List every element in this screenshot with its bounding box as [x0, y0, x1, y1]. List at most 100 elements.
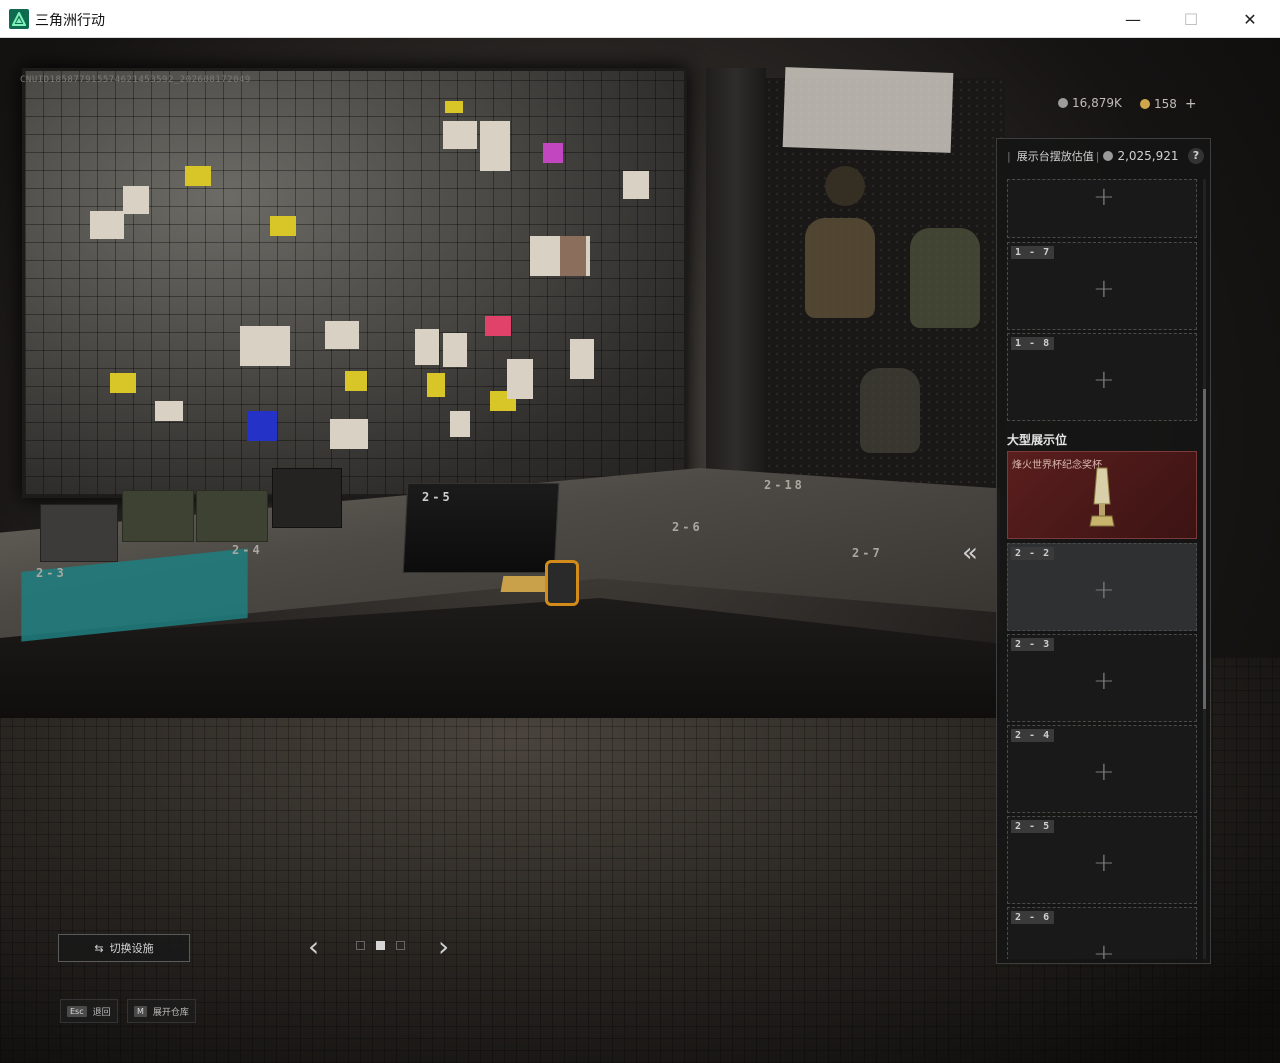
photo-pin: [330, 419, 368, 449]
photo-pin: [240, 326, 290, 366]
display-slot-2-3[interactable]: 2 - 3 +: [1007, 634, 1197, 722]
switch-facility-label: 切换设施: [109, 942, 154, 955]
slot-label: 2 - 5: [1011, 820, 1055, 833]
esc-key-icon: Esc: [67, 1005, 87, 1017]
ammo-crate[interactable]: [122, 490, 194, 542]
minimize-icon: —: [1125, 9, 1141, 29]
armor-vest[interactable]: [860, 368, 920, 453]
gold-coin-icon: [1140, 99, 1150, 109]
photo-pin: [325, 321, 359, 349]
slot-label: 2 - 4: [1011, 729, 1055, 742]
player-uid: CNUID185877915574621453592_202608172049: [20, 75, 251, 85]
prev-page-button[interactable]: ‹: [308, 933, 319, 961]
map-board[interactable]: [22, 68, 687, 498]
double-chevron-left-icon: «: [962, 538, 978, 568]
chevron-right-icon: ›: [438, 930, 450, 963]
drawer-cabinet[interactable]: [40, 504, 118, 562]
counter-slot-mark: 2-4: [232, 543, 263, 557]
armor-vest[interactable]: [910, 228, 980, 328]
sticky-note: [270, 216, 296, 236]
m-key-icon: M: [134, 1005, 147, 1017]
helmet[interactable]: [825, 166, 865, 206]
counter-slot-mark: 2-18: [764, 478, 805, 492]
page-dot[interactable]: [396, 941, 405, 950]
photo-pin: [415, 329, 439, 365]
ammo-crate[interactable]: [196, 490, 268, 542]
currency-secondary: 158 +: [1140, 96, 1197, 112]
display-slot-2-5[interactable]: 2 - 5 +: [1007, 816, 1197, 904]
panel-scrollbar[interactable]: [1203, 179, 1206, 959]
photo-pin: [443, 333, 467, 367]
photo-pin: [123, 186, 149, 214]
display-slot[interactable]: +: [1007, 179, 1197, 238]
add-icon: +: [1093, 274, 1115, 304]
add-icon: +: [1093, 365, 1115, 395]
page-dot[interactable]: [356, 941, 365, 950]
tool-case[interactable]: [272, 468, 342, 528]
wall-pillar: [706, 68, 766, 508]
esc-hint-label: 退回: [92, 1007, 111, 1018]
display-slot-1-7[interactable]: 1 - 7 +: [1007, 242, 1197, 330]
esc-hint[interactable]: Esc 退回: [60, 999, 118, 1023]
scrollbar-thumb[interactable]: [1203, 389, 1206, 709]
game-scene: 2-3 2-4 2-5 2-6 2-7 2-18 CNUID1858779155…: [0, 38, 1280, 1063]
add-currency-button[interactable]: +: [1185, 96, 1197, 112]
slot-label: 2 - 2: [1011, 547, 1055, 560]
photo-pin: [443, 121, 477, 149]
photo-pin: [507, 359, 533, 399]
window-titlebar: 三角洲行动 — ☐ ✕: [0, 0, 1280, 38]
add-icon: +: [1093, 757, 1115, 787]
photo-pin: [480, 121, 510, 171]
display-value-label: 展示台摆放估值: [1016, 150, 1094, 163]
photo-pin: [450, 411, 470, 437]
close-button[interactable]: ✕: [1220, 0, 1280, 38]
warehouse-hint-label: 展开仓库: [152, 1007, 189, 1018]
swap-icon: ⇆: [94, 941, 104, 955]
photo-pin: [90, 211, 124, 239]
sticky-note: [110, 373, 136, 393]
next-page-button[interactable]: ›: [438, 933, 449, 961]
add-icon: +: [1093, 666, 1115, 696]
photo-pin: [570, 339, 594, 379]
add-icon: +: [1093, 848, 1115, 878]
figure-item[interactable]: [545, 560, 579, 606]
display-slot-2-6[interactable]: 2 - 6 +: [1007, 907, 1197, 959]
display-slot-trophy[interactable]: 烽火世界杯纪念奖杯: [1007, 451, 1197, 539]
large-display-section-title: 大型展示位: [1007, 433, 1068, 447]
display-slot-panel: | 展示台摆放估值 | 2,025,921 ? + 1 - 7 + 1 - 8 …: [996, 138, 1211, 964]
minimize-button[interactable]: —: [1103, 0, 1163, 38]
header-separator: |: [1095, 149, 1100, 163]
photo-pin: [560, 236, 586, 276]
add-icon: +: [1093, 939, 1115, 959]
display-slot-1-8[interactable]: 1 - 8 +: [1007, 333, 1197, 421]
slot-label: 2 - 6: [1011, 911, 1055, 924]
counter-slot-mark: 2-5: [422, 490, 453, 504]
silver-coin-icon: [1058, 98, 1068, 108]
sticky-note: [445, 101, 463, 113]
page-dot-active[interactable]: [376, 941, 385, 950]
display-slot-2-4[interactable]: 2 - 4 +: [1007, 725, 1197, 813]
trophy-icon: [1089, 467, 1115, 527]
collapse-panel-button[interactable]: «: [962, 538, 978, 568]
photo-pin: [155, 401, 183, 421]
help-button[interactable]: ?: [1188, 148, 1204, 164]
currency-primary-value: 16,879K: [1072, 96, 1122, 110]
photo-pin: [623, 171, 649, 199]
sticky-note: [247, 411, 277, 441]
header-separator: |: [1007, 149, 1011, 163]
maximize-button[interactable]: ☐: [1161, 0, 1221, 38]
display-slot-2-2[interactable]: 2 - 2 +: [1007, 543, 1197, 631]
panel-header: | 展示台摆放估值 | 2,025,921 ?: [997, 139, 1210, 173]
switch-facility-button[interactable]: ⇆ 切换设施: [58, 934, 190, 962]
sticky-note: [485, 316, 511, 336]
sticky-note: [427, 373, 445, 397]
sticky-note: [345, 371, 367, 391]
slot-label: 1 - 8: [1011, 337, 1055, 350]
slot-list[interactable]: + 1 - 7 + 1 - 8 + 大型展示位 烽火世界杯纪念奖杯 2 - 2: [997, 179, 1210, 959]
currency-primary: 16,879K: [1058, 96, 1122, 110]
armor-vest[interactable]: [805, 218, 875, 318]
silver-coin-icon: [1103, 151, 1114, 161]
currency-secondary-value: 158: [1154, 97, 1177, 111]
add-icon: +: [1093, 575, 1115, 605]
warehouse-hint[interactable]: M 展开仓库: [127, 999, 196, 1023]
